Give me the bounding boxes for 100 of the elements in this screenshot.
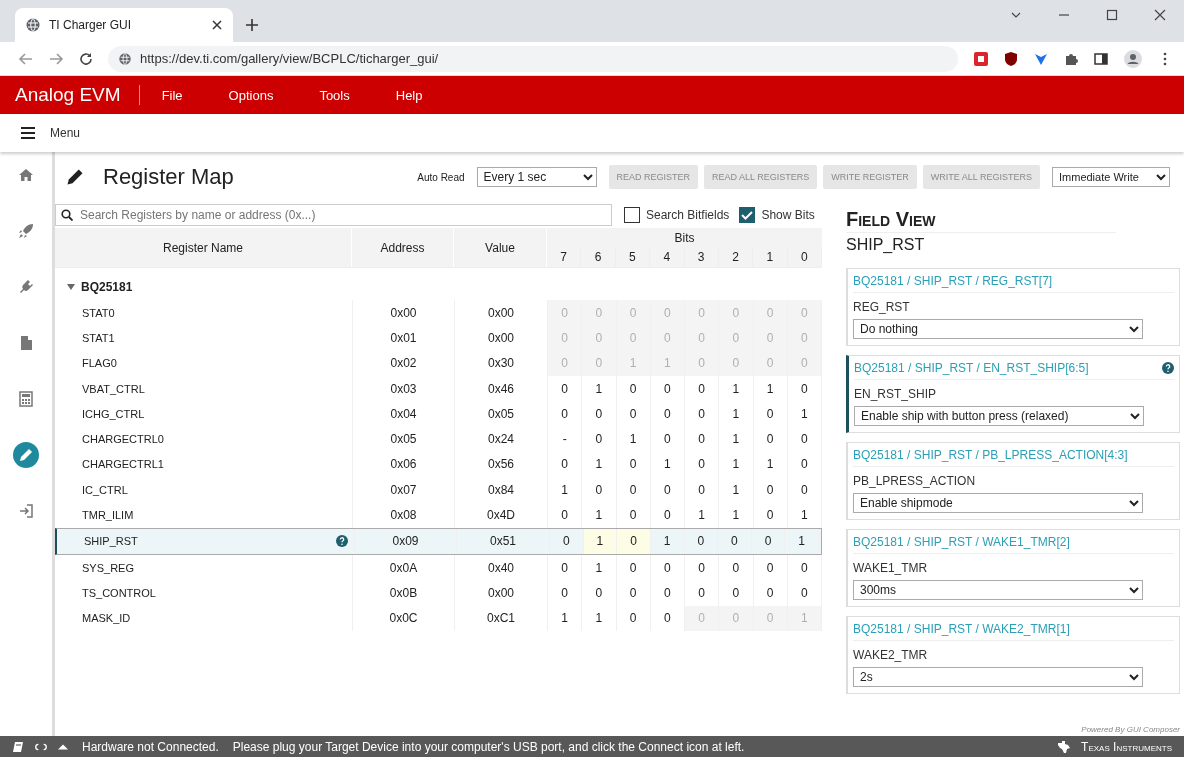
bit-cell[interactable]: 1 (582, 605, 617, 631)
browser-tab[interactable]: TI Charger GUI (15, 8, 233, 42)
register-row[interactable]: VBAT_CTRL 0x03 0x46 0 1 0 0 0 1 1 0 (55, 375, 822, 402)
register-row[interactable]: TS_CONTROL 0x0B 0x00 0 0 0 0 0 0 0 0 (55, 580, 822, 606)
help-icon[interactable] (1162, 362, 1174, 374)
bit-cell[interactable]: 0 (616, 451, 651, 478)
bit-cell[interactable]: 1 (616, 426, 651, 452)
bit-cell[interactable]: 0 (787, 426, 822, 452)
field-select[interactable]: Enable shipmode (853, 493, 1143, 513)
caret-icon[interactable] (67, 283, 75, 291)
bit-cell[interactable]: 0 (548, 502, 583, 528)
puzzle-icon[interactable] (1064, 51, 1078, 66)
bit-cell[interactable]: 0 (616, 375, 651, 402)
extension-icon[interactable] (1034, 51, 1048, 66)
menu-item[interactable]: File (161, 83, 183, 107)
bit-cell[interactable]: 0 (684, 528, 719, 554)
bit-cell[interactable]: 0 (616, 502, 651, 528)
bit-cell[interactable]: 0 (616, 401, 651, 427)
back-icon[interactable] (18, 50, 34, 67)
bit-cell[interactable]: 1 (753, 375, 788, 402)
write-mode-select[interactable]: Immediate Write (1052, 167, 1170, 187)
bit-cell[interactable]: 0 (685, 451, 720, 478)
bit-cell[interactable]: 0 (616, 554, 651, 581)
bit-cell[interactable]: 0 (548, 580, 583, 606)
bit-cell[interactable]: 0 (616, 477, 651, 503)
bit-cell[interactable]: 0 (650, 477, 685, 503)
bit-cell[interactable]: 0 (582, 426, 617, 452)
shield-icon[interactable] (1004, 51, 1018, 66)
profile-icon[interactable] (1124, 49, 1142, 68)
menu-item[interactable]: Options (228, 83, 274, 107)
bit-cell[interactable]: 0 (685, 401, 720, 427)
extension-icon[interactable] (974, 51, 988, 66)
reload-icon[interactable] (78, 50, 94, 67)
register-row[interactable]: CHARGECTRL1 0x06 0x56 0 1 0 1 0 1 1 0 (55, 451, 822, 478)
bit-cell[interactable]: 0 (616, 605, 651, 631)
bit-cell[interactable]: 1 (582, 502, 617, 528)
register-row[interactable]: TMR_ILIM 0x08 0x4D 0 1 0 0 1 1 0 1 (55, 502, 822, 528)
bit-cell[interactable]: 0 (719, 580, 754, 606)
bit-cell[interactable]: 0 (753, 477, 788, 503)
bit-cell[interactable]: 0 (582, 580, 617, 606)
book-icon[interactable] (12, 740, 24, 753)
bit-cell[interactable]: 0 (787, 375, 822, 402)
bit-cell[interactable]: 1 (650, 451, 685, 478)
bit-cell[interactable]: 0 (787, 580, 822, 606)
maximize-icon[interactable] (1106, 9, 1118, 21)
bit-cell[interactable]: 0 (718, 528, 752, 554)
forward-icon[interactable] (48, 50, 64, 67)
auto-read-select[interactable]: Every 1 sec (476, 167, 597, 187)
bit-cell[interactable]: 1 (548, 477, 583, 503)
register-row[interactable]: IC_CTRL 0x07 0x84 1 0 0 0 0 1 0 0 (55, 477, 822, 503)
bit-cell[interactable]: 1 (719, 502, 754, 528)
bit-cell[interactable]: 0 (719, 554, 754, 581)
menu-item[interactable]: Tools (319, 83, 350, 107)
register-row[interactable]: ICHG_CTRL 0x04 0x05 0 0 0 0 0 1 0 1 (55, 401, 822, 427)
help-icon[interactable] (336, 535, 348, 548)
bit-cell[interactable]: 1 (719, 426, 754, 452)
new-tab-icon[interactable] (245, 18, 259, 32)
bit-cell[interactable]: 0 (550, 528, 584, 554)
field-select[interactable]: Enable ship with button press (relaxed) (854, 406, 1144, 426)
bit-cell[interactable]: 0 (685, 375, 720, 402)
bit-cell[interactable]: 1 (583, 528, 618, 554)
bit-cell[interactable]: 0 (753, 502, 788, 528)
bit-cell[interactable]: 0 (548, 401, 583, 427)
bit-cell[interactable]: 0 (685, 477, 720, 503)
bit-cell[interactable]: 1 (548, 605, 583, 631)
bit-cell[interactable]: 0 (787, 451, 822, 478)
bit-cell[interactable]: 1 (582, 554, 617, 581)
bit-cell[interactable]: 0 (548, 451, 583, 478)
bit-cell[interactable]: 0 (650, 375, 685, 402)
bit-cell[interactable]: 1 (719, 451, 754, 478)
bit-cell[interactable]: 0 (650, 426, 685, 452)
field-select[interactable]: 2s (853, 667, 1143, 687)
register-row[interactable]: CHARGECTRL0 0x05 0x24 - 0 1 0 0 1 0 0 (55, 426, 822, 452)
field-select[interactable]: 300ms (853, 580, 1143, 600)
bit-cell[interactable]: 0 (617, 528, 651, 554)
close-icon[interactable] (1154, 9, 1166, 21)
bit-cell[interactable]: 1 (685, 502, 720, 528)
bit-cell[interactable]: 1 (650, 528, 685, 554)
bit-cell[interactable]: 0 (753, 580, 788, 606)
register-row[interactable]: MASK_ID 0x0C 0xC1 1 1 0 0 0 0 0 1 (55, 605, 822, 631)
bit-cell[interactable]: 1 (582, 451, 617, 478)
bit-cell[interactable]: 1 (785, 528, 819, 554)
checkbox[interactable] (624, 207, 640, 223)
bit-cell[interactable]: 0 (751, 528, 786, 554)
bit-cell[interactable]: 1 (719, 401, 754, 427)
register-row[interactable]: STAT0 0x00 0x00 0 0 0 0 0 0 0 0 (55, 300, 822, 326)
address-field[interactable]: https://dev.ti.com/gallery/view/BCPLC/ticharger_gui/ (108, 45, 958, 72)
checkbox[interactable] (739, 207, 756, 223)
bit-cell[interactable]: 0 (650, 554, 685, 581)
sidebar-item[interactable] (13, 442, 39, 468)
register-row[interactable]: SYS_REG 0x0A 0x40 0 1 0 0 0 0 0 0 (55, 554, 822, 581)
bit-cell[interactable]: 0 (650, 502, 685, 528)
bit-cell[interactable]: 0 (685, 580, 720, 606)
bit-cell[interactable]: 1 (787, 502, 822, 528)
bit-cell[interactable]: 0 (650, 580, 685, 606)
bit-cell[interactable]: 0 (685, 554, 720, 581)
bit-cell[interactable]: 0 (548, 375, 583, 402)
close-icon[interactable] (211, 19, 223, 31)
bit-cell[interactable]: 0 (753, 401, 788, 427)
bit-cell[interactable]: 0 (582, 401, 617, 427)
